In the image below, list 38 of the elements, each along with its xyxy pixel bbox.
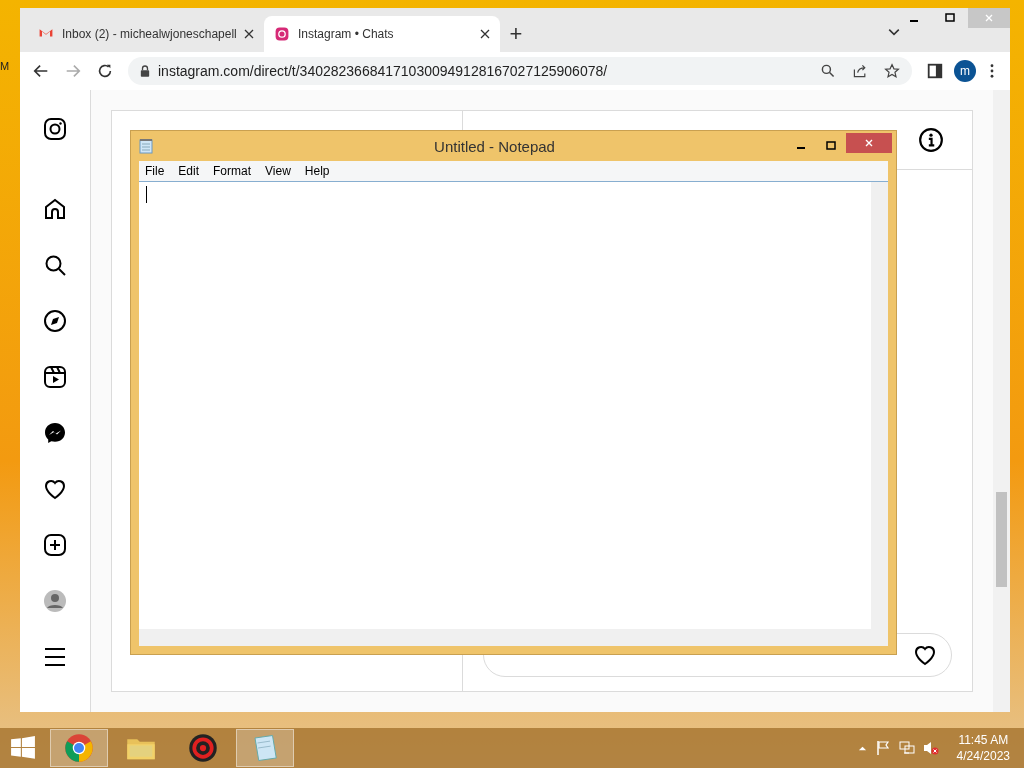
info-icon[interactable] <box>918 127 944 153</box>
avatar-icon[interactable] <box>43 589 67 613</box>
profile-avatar[interactable]: m <box>954 60 976 82</box>
window-title: Untitled - Notepad <box>433 137 556 155</box>
menu-item[interactable]: Help <box>304 164 330 178</box>
close-icon[interactable] <box>480 29 490 39</box>
instagram-logo-icon[interactable] <box>43 117 67 141</box>
new-tab-button[interactable]: + <box>500 16 532 52</box>
address-field[interactable]: instagram.com/direct/t/340282366841710300949128167027125906078/ <box>128 57 912 85</box>
speaker-muted-icon[interactable] <box>922 740 939 756</box>
scrollbar[interactable] <box>993 90 1010 712</box>
menu-item[interactable]: Edit <box>178 164 200 178</box>
taskbar-button[interactable] <box>50 729 108 767</box>
close-icon[interactable] <box>244 29 254 39</box>
scrollbar[interactable] <box>871 182 888 629</box>
lock-icon <box>140 65 150 77</box>
heart-icon[interactable] <box>913 643 937 667</box>
network-icon[interactable] <box>898 740 915 756</box>
menu-icon[interactable] <box>43 645 67 669</box>
home-icon[interactable] <box>43 197 67 221</box>
menu-item[interactable]: View <box>265 164 291 178</box>
flag-icon[interactable] <box>874 740 891 756</box>
desktop-label: M <box>0 60 10 72</box>
menu-item[interactable]: Format <box>213 164 252 178</box>
search-icon[interactable] <box>43 253 67 277</box>
messenger-icon[interactable] <box>43 421 67 445</box>
notepad-icon <box>139 138 153 154</box>
scrollbar[interactable] <box>139 629 888 646</box>
heart-icon[interactable] <box>43 477 67 501</box>
browser-tab[interactable]: Instagram • Chats <box>264 16 500 52</box>
chevron-icon[interactable] <box>888 26 900 38</box>
compass-icon[interactable] <box>43 309 67 333</box>
reels-icon[interactable] <box>43 365 67 389</box>
plus-icon[interactable] <box>43 533 67 557</box>
chrome-icon <box>64 733 94 763</box>
instagram-icon <box>274 26 290 42</box>
browser-tab[interactable]: Inbox (2) - michealwjoneschapell <box>28 16 264 52</box>
menu-item[interactable]: File <box>145 164 165 178</box>
